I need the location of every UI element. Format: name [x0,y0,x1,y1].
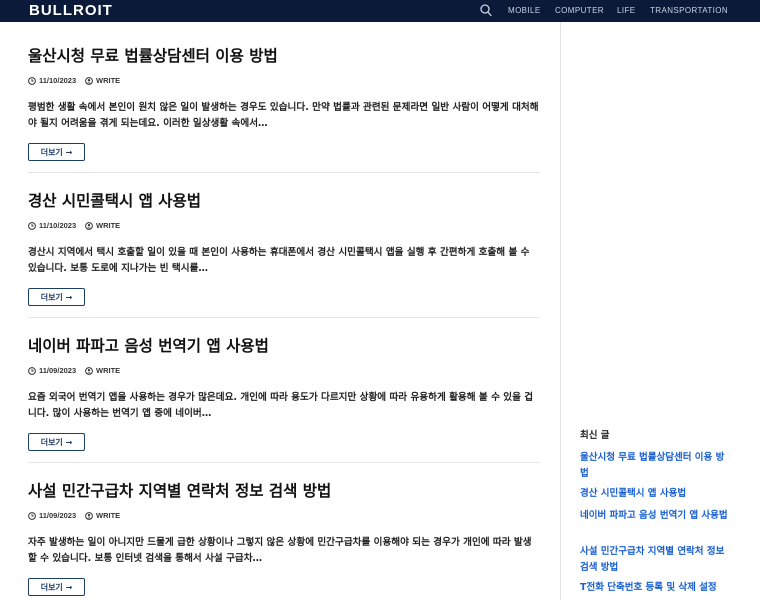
post-title[interactable]: 사설 민간구급차 지역별 연락처 정보 검색 방법 [28,481,540,501]
clock-icon [28,76,36,85]
post-author-text: WRITE [96,76,121,85]
clock-icon [28,221,36,230]
recent-post-link[interactable]: 울산시청 무료 법률상담센터 이용 방법 [580,450,730,482]
post-title[interactable]: 경산 시민콜택시 앱 사용법 [28,191,540,211]
recent-post-link[interactable]: 사설 민간구급차 지역별 연락처 정보 검색 방법 [580,544,730,576]
read-more-button[interactable]: 더보기 → [28,433,85,451]
post-author[interactable]: WRITE [85,76,120,85]
post-date: 11/09/2023 [28,366,76,375]
recent-post-link[interactable]: T전화 단축번호 등록 및 삭제 설정 [580,580,730,596]
search-icon[interactable] [480,4,492,17]
user-icon [85,76,93,85]
post-author[interactable]: WRITE [85,221,120,230]
nav-life[interactable]: LIFE [617,6,636,15]
nav-mobile[interactable]: MOBILE [508,6,541,15]
recent-posts-heading: 최신 글 [580,430,610,441]
user-icon [85,221,93,230]
post-divider [28,172,540,173]
site-logo[interactable]: BULLROIT [29,2,113,19]
read-more-button[interactable]: 더보기 → [28,578,85,596]
post-author-text: WRITE [96,511,121,520]
post-title[interactable]: 네이버 파파고 음성 번역기 앱 사용법 [28,336,540,356]
post-excerpt: 요즘 외국어 번역기 앱을 사용하는 경우가 많은데요. 개인에 따라 용도가 … [28,392,534,419]
read-more-button[interactable]: 더보기 → [28,143,85,161]
post-date: 11/09/2023 [28,511,76,520]
post-excerpt: 경산시 지역에서 택시 호출할 일이 있을 때 본인이 사용하는 휴대폰에서 경… [28,247,530,274]
post-title[interactable]: 울산시청 무료 법률상담센터 이용 방법 [28,46,540,66]
post-card: 사설 민간구급차 지역별 연락처 정보 검색 방법 11/09/2023 WRI… [28,481,540,596]
nav-transportation[interactable]: TRANSPORTATION [650,6,728,15]
post-author-text: WRITE [96,366,121,375]
post-date-text: 11/10/2023 [39,76,77,85]
post-divider [28,317,540,318]
post-date-text: 11/09/2023 [39,511,77,520]
user-icon [85,366,93,375]
post-author-text: WRITE [96,221,121,230]
site-header: BULLROIT MOBILE COMPUTER LIFE TRANSPORTA… [0,0,760,22]
post-author[interactable]: WRITE [85,511,120,520]
post-date-text: 11/09/2023 [39,366,77,375]
post-excerpt: 자주 발생하는 일이 아니지만 드물게 급한 상황이나 그렇지 않은 상황에 민… [28,537,532,564]
post-divider [28,462,540,463]
user-icon [85,511,93,520]
post-date-text: 11/10/2023 [39,221,77,230]
post-excerpt: 평범한 생활 속에서 본인이 원치 않은 일이 발생하는 경우도 있습니다. 만… [28,102,539,129]
post-author[interactable]: WRITE [85,366,120,375]
post-card: 울산시청 무료 법률상담센터 이용 방법 11/10/2023 WRITE 평범… [28,46,540,161]
post-date: 11/10/2023 [28,76,76,85]
clock-icon [28,511,36,520]
clock-icon [28,366,36,375]
recent-post-link[interactable]: 경산 시민콜택시 앱 사용법 [580,486,730,502]
read-more-button[interactable]: 더보기 → [28,288,85,306]
recent-post-link[interactable]: 네이버 파파고 음성 번역기 앱 사용법 [580,508,730,524]
post-card: 경산 시민콜택시 앱 사용법 11/10/2023 WRITE 경산시 지역에서… [28,191,540,306]
post-card: 네이버 파파고 음성 번역기 앱 사용법 11/09/2023 WRITE 요즘… [28,336,540,451]
post-date: 11/10/2023 [28,221,76,230]
sidebar-divider [560,22,561,600]
nav-computer[interactable]: COMPUTER [555,6,604,15]
